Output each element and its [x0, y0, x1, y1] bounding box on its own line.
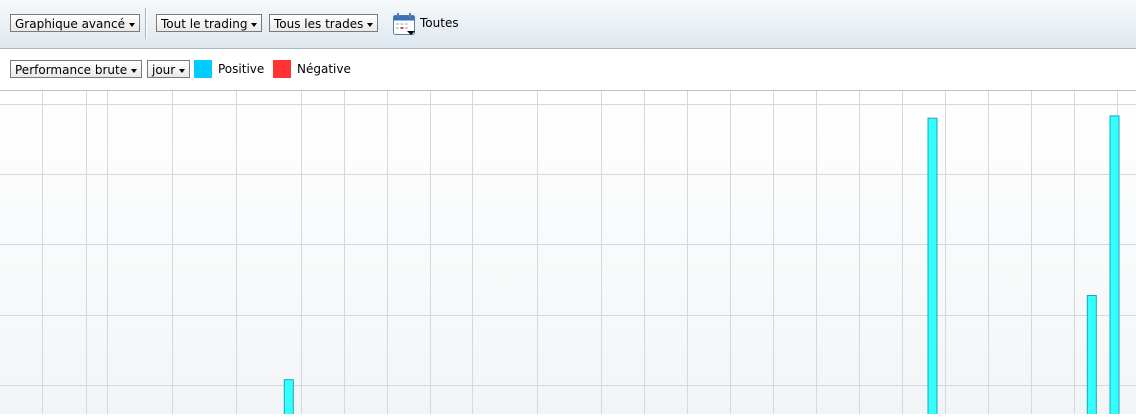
chevron-down-icon [251, 22, 258, 27]
main-toolbar: Graphique avancé Tout le trading Tous le… [0, 0, 1136, 49]
chevron-down-icon [128, 22, 135, 27]
chevron-down-icon [131, 68, 138, 73]
trading-scope-label: Tout le trading [161, 17, 248, 31]
chart-bar[interactable] [1109, 115, 1120, 417]
chart-bar[interactable] [1086, 295, 1097, 417]
interval-dropdown[interactable]: jour [147, 60, 191, 78]
legend-positive-label: Positive [218, 62, 265, 76]
chart-options-bar: Performance brute jour [0, 49, 1136, 91]
legend-positive-swatch [194, 60, 212, 78]
chart-plot-area [0, 91, 1136, 417]
period-label: Toutes [420, 16, 459, 30]
calendar-icon[interactable] [392, 12, 416, 36]
chevron-down-icon [367, 22, 374, 27]
chart-mode-label: Graphique avancé [15, 17, 125, 31]
metric-dropdown[interactable]: Performance brute [10, 60, 143, 78]
chart-mode-dropdown[interactable]: Graphique avancé [10, 14, 140, 32]
legend-negative-label: Négative [297, 62, 351, 76]
trades-filter-label: Tous les trades [274, 17, 364, 31]
chart-bar[interactable] [927, 117, 938, 417]
trades-filter-dropdown[interactable]: Tous les trades [269, 14, 379, 32]
performance-chart [0, 91, 1136, 417]
chevron-down-icon [179, 68, 186, 73]
interval-label: jour [152, 63, 176, 77]
trading-scope-dropdown[interactable]: Tout le trading [156, 14, 263, 32]
legend-negative-swatch [273, 60, 291, 78]
metric-label: Performance brute [15, 63, 128, 77]
toolbar-divider [145, 8, 146, 39]
chart-bar[interactable] [283, 379, 294, 417]
